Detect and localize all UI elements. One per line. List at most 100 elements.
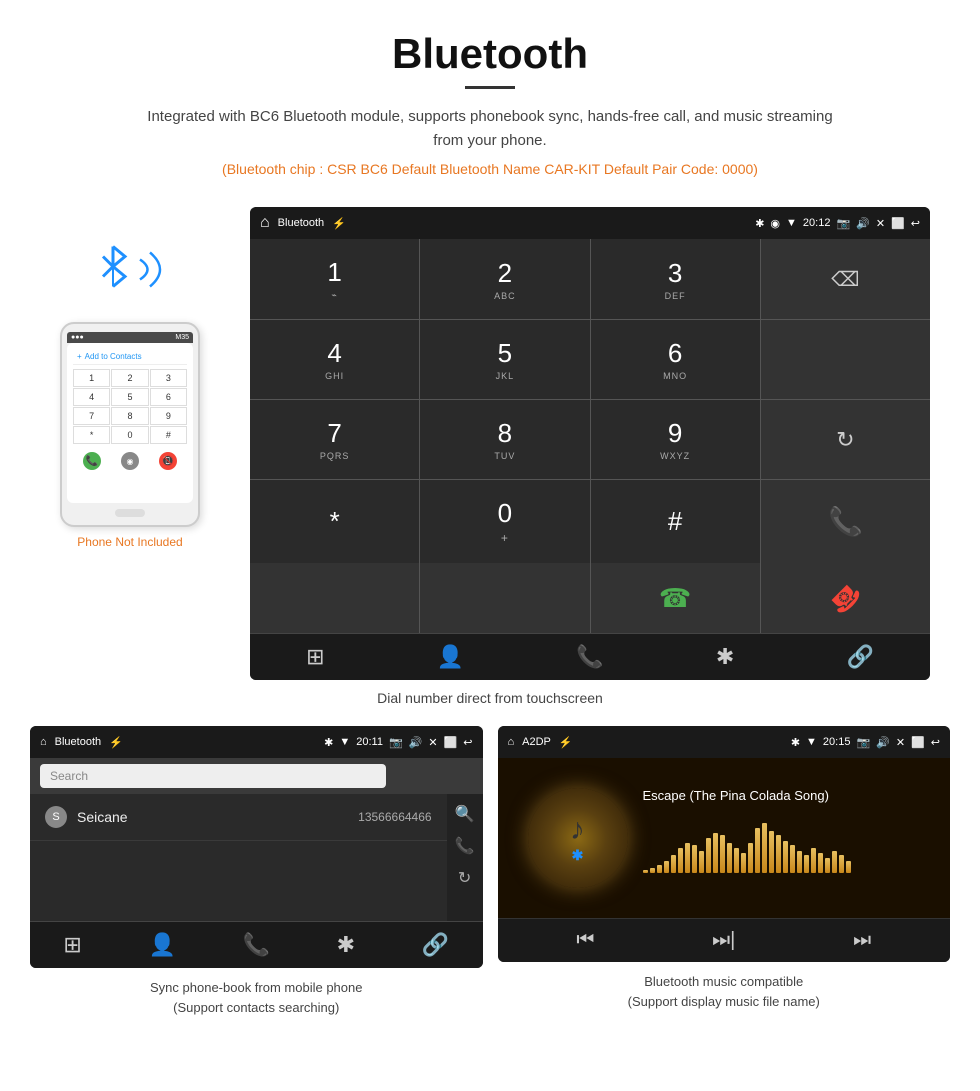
dial-key-call[interactable]: 📞 [761, 480, 930, 563]
pb-nav-bt[interactable]: ✱ [337, 932, 355, 958]
pb-nav-phone[interactable]: 📞 [243, 932, 270, 958]
visualizer-bar [671, 855, 676, 873]
visualizer-bar [713, 833, 718, 873]
visualizer-bar [650, 868, 655, 873]
visualizer-bar [769, 831, 774, 873]
bt-overlay-icon: ✱ [570, 847, 585, 864]
visualizer-bar [741, 853, 746, 873]
pb-bottom-nav: ⊞ 👤 📞 ✱ 🔗 [30, 921, 483, 968]
visualizer-bar [755, 828, 760, 873]
dial-status-bar: ⌂ Bluetooth ⚡ ✱ ◉ ▼ 20:12 📷 🔊 ✕ ⬜ ↩ [250, 207, 930, 239]
pb-refresh-side-icon[interactable]: ↻ [458, 868, 471, 888]
phone-home-button [115, 509, 145, 517]
pb-win-icon: ⬜ [444, 736, 458, 749]
dial-key-refresh[interactable]: ↻ [761, 400, 930, 479]
pb-search-side-icon[interactable]: 🔍 [455, 804, 475, 824]
phone-section: ●●● M35 + Add to Contacts 1 2 3 4 5 6 7 … [30, 207, 230, 549]
bt-wave-container [85, 237, 175, 307]
music-controls: ⏮ ⏭| ⏭ [498, 918, 951, 962]
pb-nav-dialpad[interactable]: ⊞ [63, 932, 81, 958]
visualizer-bar [804, 855, 809, 873]
song-title: Escape (The Pina Colada Song) [643, 788, 921, 803]
dial-key-green-call[interactable]: ☎ [591, 563, 760, 633]
pb-side-icons: 🔍 📞 ↻ [447, 794, 483, 921]
nav-bt-icon[interactable]: ✱ [716, 644, 734, 670]
dial-key-empty-2 [761, 320, 930, 399]
visualizer-bar [685, 843, 690, 873]
phonebook-search-bar: Search [30, 758, 483, 794]
nav-phone-icon[interactable]: 📞 [576, 644, 603, 670]
dial-key-5[interactable]: 5 JKL [420, 320, 589, 399]
dial-key-0[interactable]: 0 + [420, 480, 589, 563]
nav-link-icon[interactable]: 🔗 [846, 644, 873, 670]
music-content-area: ♪ ✱ Escape (The Pina Colada Song) [498, 758, 951, 918]
music-block: ⌂ A2DP ⚡ ✱ ▼ 20:15 📷 🔊 ✕ ⬜ ↩ [498, 726, 951, 1017]
music-time: 20:15 [823, 736, 851, 748]
phonebook-search-input[interactable]: Search [40, 764, 386, 788]
dial-key-3[interactable]: 3 DEF [591, 239, 760, 319]
visualizer-bar [818, 853, 823, 873]
mini-key-2: 2 [111, 369, 148, 387]
dial-key-8[interactable]: 8 TUV [420, 400, 589, 479]
dial-key-backspace[interactable]: ⌫ [761, 239, 930, 319]
dial-keypad: 1 ⌁ 2 ABC 3 DEF ⌫ 4 GHI 5 JKL 6 MNO [250, 239, 930, 563]
bottom-screens: ⌂ Bluetooth ⚡ ✱ ▼ 20:11 📷 🔊 ✕ ⬜ ↩ [0, 726, 980, 1037]
mini-key-7: 7 [73, 407, 110, 425]
page-info: (Bluetooth chip : CSR BC6 Default Blueto… [20, 161, 960, 177]
dial-app-name: Bluetooth [278, 217, 324, 229]
nav-contacts-icon[interactable]: 👤 [437, 644, 464, 670]
visualizer-bar [720, 835, 725, 873]
pb-contact-letter: S [45, 806, 67, 828]
music-info: Escape (The Pina Colada Song) [628, 788, 921, 873]
music-home-icon: ⌂ [508, 736, 515, 748]
mini-key-4: 4 [73, 388, 110, 406]
dial-key-4[interactable]: 4 GHI [250, 320, 419, 399]
dial-key-9[interactable]: 9 WXYZ [591, 400, 760, 479]
dial-key-7[interactable]: 7 PQRS [250, 400, 419, 479]
phone-screen: + Add to Contacts 1 2 3 4 5 6 7 8 9 * 0 … [67, 343, 193, 503]
visualizer-bar [832, 851, 837, 873]
dial-key-1[interactable]: 1 ⌁ [250, 239, 419, 319]
dial-key-2[interactable]: 2 ABC [420, 239, 589, 319]
close-icon: ✕ [876, 217, 885, 230]
pb-vol-icon: 🔊 [409, 736, 423, 749]
visualizer-bar [748, 843, 753, 873]
pb-back-icon: ↩ [463, 736, 472, 749]
nav-dialpad-icon[interactable]: ⊞ [306, 644, 324, 670]
visualizer-bar [657, 865, 662, 873]
music-caption: Bluetooth music compatible (Support disp… [628, 972, 820, 1011]
title-divider [465, 86, 515, 89]
dial-caption: Dial number direct from touchscreen [0, 690, 980, 706]
visualizer-bar [790, 845, 795, 873]
next-track-button[interactable]: ⏭ [853, 929, 871, 952]
bt-status-icon: ✱ [755, 217, 764, 230]
music-usb-icon: ⚡ [559, 736, 573, 749]
play-pause-button[interactable]: ⏭| [712, 929, 735, 952]
pb-nav-link[interactable]: 🔗 [422, 932, 449, 958]
visualizer-bar [692, 845, 697, 873]
dial-key-red-end[interactable]: ☎ [761, 563, 930, 633]
mini-key-3: 3 [150, 369, 187, 387]
voicemail-button: ◉ [121, 452, 139, 470]
music-signal-icon: ▼ [806, 736, 817, 748]
pb-home-icon: ⌂ [40, 736, 47, 748]
visualizer-bar [776, 835, 781, 873]
mini-key-star: * [73, 426, 110, 444]
mini-key-6: 6 [150, 388, 187, 406]
visualizer-bar [734, 848, 739, 873]
phonebook-caption: Sync phone-book from mobile phone (Suppo… [150, 978, 362, 1017]
mini-key-5: 5 [111, 388, 148, 406]
dial-time: 20:12 [803, 217, 831, 229]
visualizer-bar [846, 861, 851, 873]
mini-key-0: 0 [111, 426, 148, 444]
visualizer-bar [839, 855, 844, 873]
dial-key-6[interactable]: 6 MNO [591, 320, 760, 399]
bottom-nav-bar: ⊞ 👤 📞 ✱ 🔗 [250, 633, 930, 680]
pb-nav-contacts[interactable]: 👤 [148, 932, 175, 958]
back-icon: ↩ [911, 217, 920, 230]
prev-track-button[interactable]: ⏮ [576, 929, 594, 952]
dial-key-hash[interactable]: # [591, 480, 760, 563]
dial-empty-5-2 [420, 563, 589, 633]
dial-key-star[interactable]: * [250, 480, 419, 563]
pb-call-side-icon[interactable]: 📞 [455, 836, 475, 856]
